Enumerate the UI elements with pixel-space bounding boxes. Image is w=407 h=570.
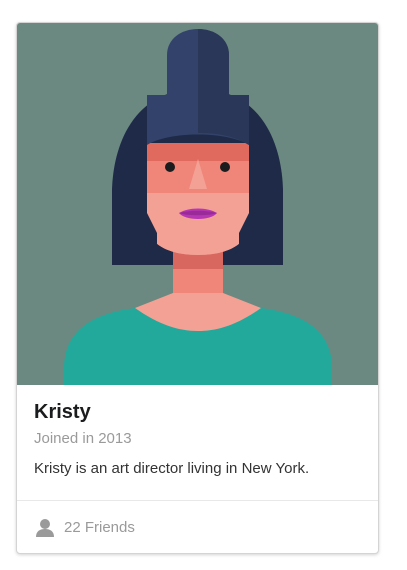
profile-description: Kristy is an art director living in New … (34, 460, 310, 477)
profile-card[interactable]: Kristy Joined in 2013 Kristy is an art d… (16, 22, 379, 554)
avatar-image (17, 23, 378, 385)
friends-link[interactable]: 22 Friends (17, 500, 378, 553)
user-icon (35, 518, 55, 538)
friends-count[interactable]: 22 Friends (64, 519, 135, 536)
profile-name[interactable]: Kristy (34, 399, 363, 425)
joined-date: Joined in 2013 (34, 430, 132, 447)
card-content: Kristy Joined in 2013 Kristy is an art d… (17, 385, 378, 500)
